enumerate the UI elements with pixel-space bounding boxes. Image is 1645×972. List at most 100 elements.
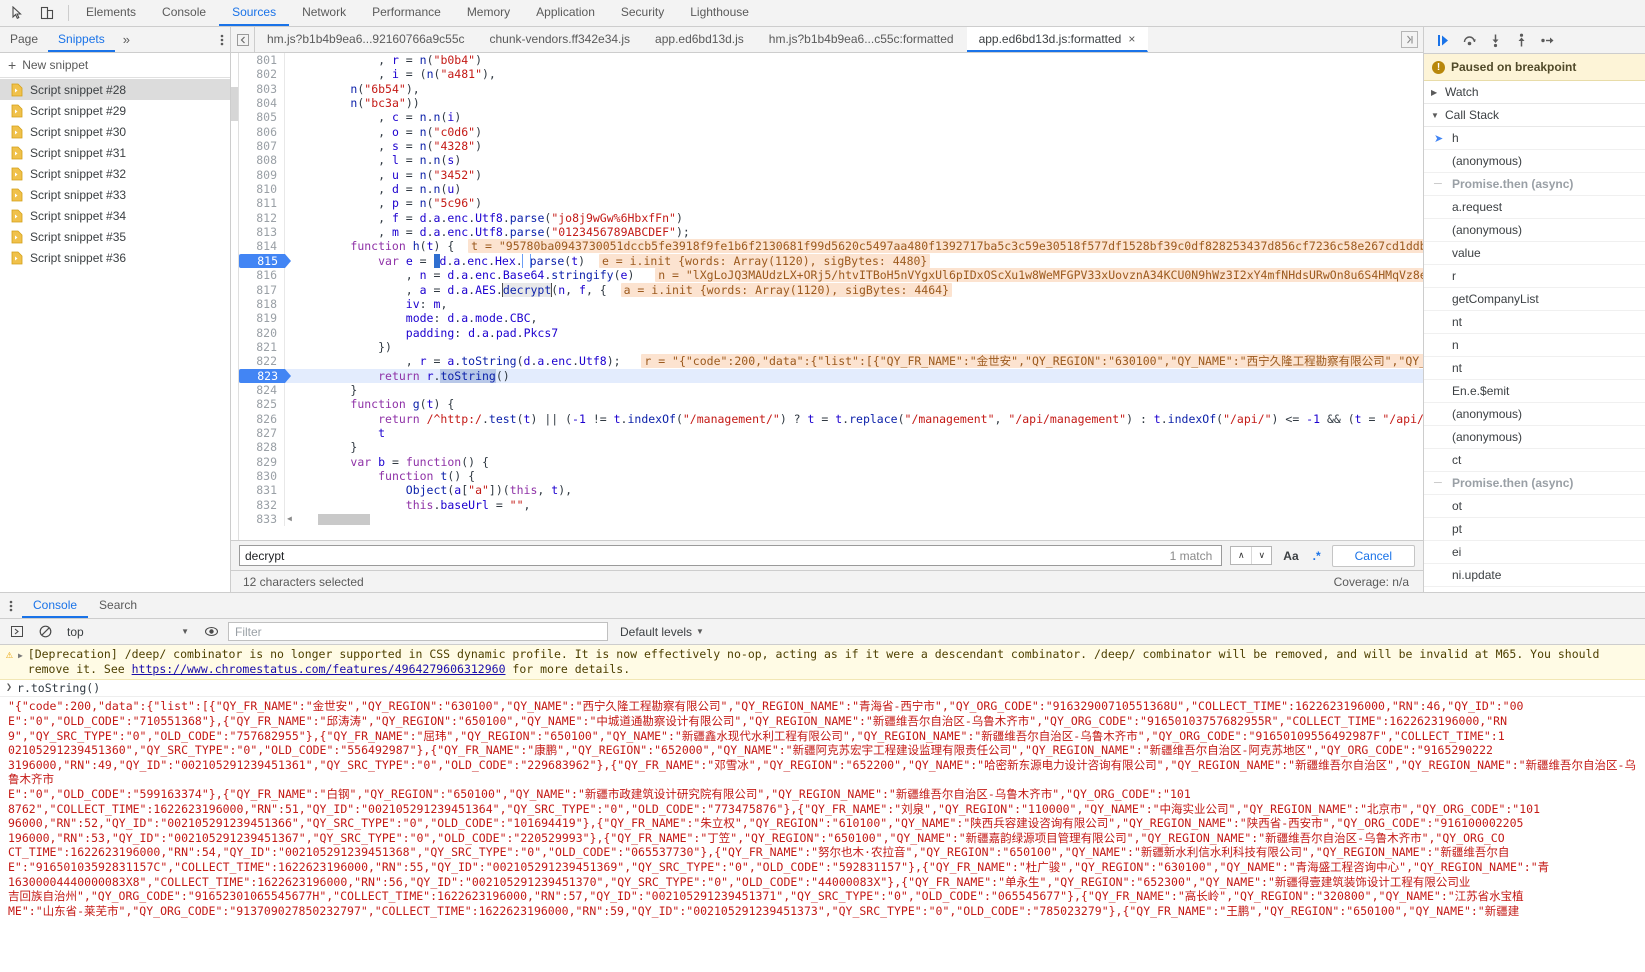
search-next-button[interactable]: ∨ [1251,547,1271,564]
call-stack-row[interactable]: value [1424,242,1645,265]
line-content: , a = d.a.AES.decrypt(n, f, { a = i.init… [285,282,1423,297]
line-number: 824 [239,382,285,398]
chromestatus-link[interactable]: https://www.chromestatus.com/features/49… [132,662,506,676]
frame-label: (anonymous) [1452,407,1523,421]
nav-tab-page[interactable]: Page [0,27,48,52]
call-stack-row[interactable]: (anonymous) [1424,426,1645,449]
tab-memory-label: Memory [466,5,511,19]
scrollbar-thumb[interactable] [317,513,370,525]
snippet-item-32[interactable]: Script snippet #32 [0,163,230,184]
editor-vertical-scrollbar[interactable] [231,53,239,540]
console-command-text: r.toString() [17,680,101,695]
close-icon[interactable]: × [1128,32,1135,46]
editor-tab-hmjs-formatted[interactable]: hm.js?b1b4b9ea6...c55c:formatted [757,27,967,52]
resume-script-icon[interactable] [1432,29,1454,51]
frame-label: Promise.then (async) [1452,177,1574,191]
nav-more-tabs-icon[interactable]: » [115,27,138,52]
tab-security[interactable]: Security [608,0,677,26]
drawer-menu-icon[interactable] [0,593,22,618]
code-line: 811 , p = n("5c96") [239,196,1423,211]
tab-console[interactable]: Console [149,0,219,26]
more-options-icon[interactable] [220,27,224,52]
snippet-item-33[interactable]: Script snippet #33 [0,184,230,205]
step-icon[interactable] [1536,29,1558,51]
clear-console-icon[interactable] [34,621,56,643]
inspect-element-icon[interactable] [4,0,31,26]
editor-tab-hmjs[interactable]: hm.js?b1b4b9ea6...92160766a9c55c [255,27,478,52]
frame-label: (anonymous) [1452,154,1523,168]
call-stack-row[interactable]: ot [1424,495,1645,518]
snippet-item-28[interactable]: Script snippet #28 [0,79,230,100]
more-tabs-icon[interactable] [1401,31,1418,48]
call-stack-row[interactable]: a.request [1424,196,1645,219]
log-levels-selector[interactable]: Default levels ▼ [620,625,704,639]
tab-application[interactable]: Application [523,0,608,26]
call-stack-row[interactable]: (anonymous) [1424,150,1645,173]
editor-tab-app-js[interactable]: app.ed6bd13d.js [643,27,757,52]
chevron-right-icon: ▶ [1431,87,1438,97]
console-warning-message[interactable]: ⚠ ▶ [Deprecation] /deep/ combinator is n… [0,645,1645,680]
match-case-button[interactable]: Aa [1280,549,1301,563]
cancel-button[interactable]: Cancel [1331,544,1415,567]
device-toolbar-icon[interactable] [33,0,60,26]
drawer-tab-search[interactable]: Search [88,593,148,618]
call-stack-row[interactable]: getCompanyList [1424,288,1645,311]
step-into-icon[interactable] [1484,29,1506,51]
code-editor[interactable]: 801 , r = n("b0b4") 802 , i = (n("a481")… [231,53,1423,540]
snippet-item-35[interactable]: Script snippet #35 [0,226,230,247]
call-stack-row[interactable]: ➤ h [1424,127,1645,150]
tab-memory[interactable]: Memory [454,0,523,26]
step-out-icon[interactable] [1510,29,1532,51]
search-prev-button[interactable]: ∧ [1231,547,1251,564]
chevron-right-icon[interactable]: ▶ [18,647,23,677]
new-snippet-button[interactable]: + New snippet [0,53,230,78]
snippet-item-30[interactable]: Script snippet #30 [0,121,230,142]
call-stack-row[interactable]: ct [1424,449,1645,472]
tab-network[interactable]: Network [289,0,359,26]
call-stack-row[interactable]: pt [1424,518,1645,541]
editor-tab-app-js-formatted[interactable]: app.ed6bd13d.js:formatted × [966,27,1149,52]
execution-context-icon[interactable] [6,621,28,643]
call-stack-row[interactable]: En.e.$emit [1424,380,1645,403]
call-stack-row[interactable]: n [1424,334,1645,357]
search-input[interactable]: decrypt 1 match [239,545,1223,566]
call-stack-row[interactable]: (anonymous) [1424,403,1645,426]
call-stack-row[interactable]: ni.update [1424,564,1645,587]
call-stack-row[interactable]: r [1424,265,1645,288]
editor-horizontal-scrollbar[interactable] [296,513,1423,526]
drawer-tab-console[interactable]: Console [22,593,89,618]
snippet-item-31[interactable]: Script snippet #31 [0,142,230,163]
chevron-down-icon: ▼ [696,627,704,636]
console-messages: ⚠ ▶ [Deprecation] /deep/ combinator is n… [0,645,1645,972]
tab-lighthouse[interactable]: Lighthouse [677,0,762,26]
editor-tab-chunk-vendors[interactable]: chunk-vendors.ff342e34.js [478,27,644,52]
call-stack-row[interactable]: nt [1424,357,1645,380]
scroll-left-icon[interactable]: ◀ [285,512,292,526]
tab-elements[interactable]: Elements [73,0,149,26]
call-stack-row[interactable]: ei [1424,541,1645,564]
nav-tab-snippets[interactable]: Snippets [48,27,115,52]
call-stack-row[interactable]: (anonymous) [1424,219,1645,242]
live-expression-icon[interactable] [200,621,222,643]
console-result[interactable]: "{"code":200,"data":{"list":[{"QY_FR_NAM… [0,697,1645,920]
collapse-navigator-icon[interactable] [231,27,255,52]
tab-sources[interactable]: Sources [219,0,290,26]
line-number[interactable]: 823 [239,368,291,383]
snippet-item-36[interactable]: Script snippet #36 [0,247,230,268]
nav-tab-snippets-label: Snippets [58,31,105,46]
line-number[interactable]: 815 [239,253,291,269]
watch-section-header[interactable]: ▶ Watch [1424,81,1645,104]
call-stack-row[interactable]: nt [1424,311,1645,334]
step-over-icon[interactable] [1458,29,1480,51]
scrollbar-thumb[interactable] [231,87,238,121]
regex-button[interactable]: .* [1310,549,1324,563]
frame-label: (anonymous) [1452,223,1523,237]
execution-context-selector[interactable]: top ▼ [62,622,194,641]
tab-performance[interactable]: Performance [359,0,454,26]
snippet-item-29[interactable]: Script snippet #29 [0,100,230,121]
snippet-item-34[interactable]: Script snippet #34 [0,205,230,226]
call-stack-section-header[interactable]: ▼ Call Stack [1424,104,1645,127]
frame-label: pt [1452,522,1463,536]
editor-column: hm.js?b1b4b9ea6...92160766a9c55c chunk-v… [231,27,1424,592]
console-filter-input[interactable]: Filter [228,622,608,641]
